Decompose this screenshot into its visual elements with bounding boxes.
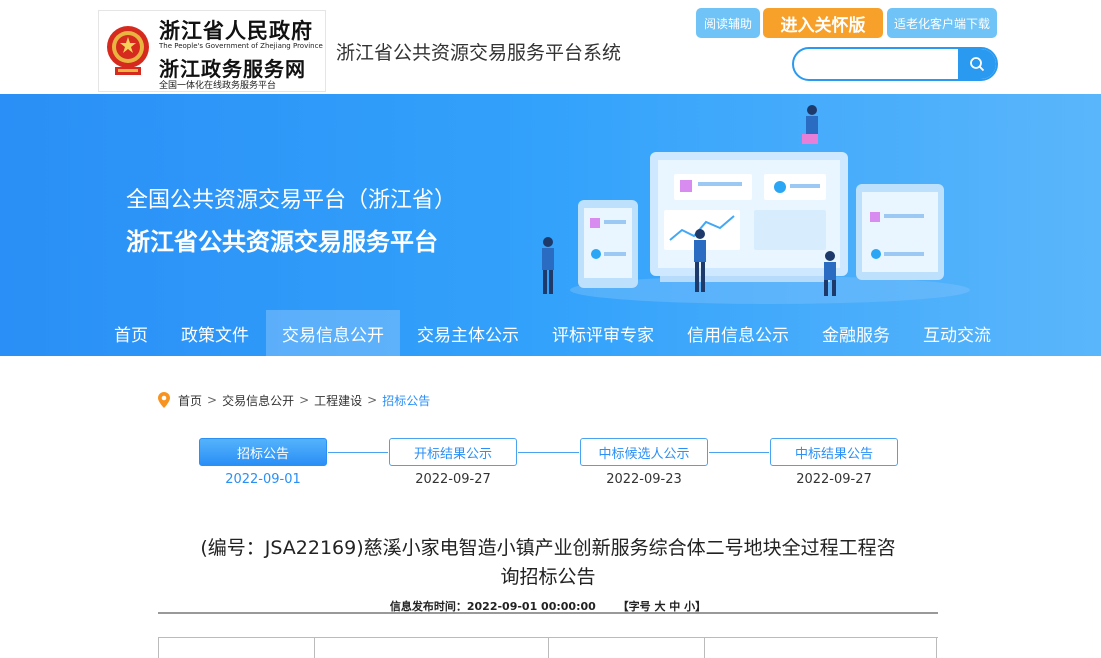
nav-trade-info[interactable]: 交易信息公开 [266, 310, 400, 356]
article-title: (编号：JSA22169)慈溪小家电智造小镇产业创新服务综合体二号地块全过程工程… [158, 534, 938, 592]
step-connector [709, 452, 769, 453]
step-candidates[interactable]: 中标候选人公示 [580, 438, 708, 466]
step-connector [518, 452, 579, 453]
step-date: 2022-09-01 [225, 472, 301, 487]
nav-credit[interactable]: 信用信息公示 [671, 310, 805, 356]
search-input[interactable] [794, 49, 960, 79]
breadcrumb-home[interactable]: 首页 [178, 392, 202, 409]
article-title-line-2: 询招标公告 [500, 566, 596, 588]
breadcrumb-trade-info[interactable]: 交易信息公开 [222, 392, 294, 409]
table-cell [548, 638, 704, 658]
info-table [158, 637, 938, 658]
site-header: 浙江省人民政府 The People's Government of Zheji… [0, 0, 1101, 94]
national-emblem-icon [107, 26, 149, 75]
step-date: 2022-09-23 [606, 472, 682, 487]
hero-banner: 全国公共资源交易平台（浙江省） 浙江省公共资源交易服务平台 首页 政策文件 交易… [0, 94, 1101, 356]
platform-illustration [542, 105, 970, 304]
elderly-app-download-button[interactable]: 适老化客户端下载 [887, 8, 997, 38]
care-version-button[interactable]: 进入关怀版 [763, 8, 883, 38]
site-logo[interactable]: 浙江省人民政府 The People's Government of Zheji… [98, 10, 326, 92]
step-date: 2022-09-27 [415, 472, 491, 487]
site-title: 浙江省公共资源交易服务平台系统 [336, 42, 622, 64]
step-connector [328, 452, 388, 453]
breadcrumb-separator: > [207, 393, 218, 407]
gov-english-name: The People's Government of Zhejiang Prov… [159, 42, 323, 50]
table-cell [158, 638, 314, 658]
breadcrumb: 首页 > 交易信息公开 > 工程建设 > 招标公告 [158, 390, 430, 410]
nav-policy[interactable]: 政策文件 [165, 310, 265, 356]
step-bid-opening[interactable]: 开标结果公示 [389, 438, 517, 466]
step-date: 2022-09-27 [796, 472, 872, 487]
main-nav: 首页 政策文件 交易信息公开 交易主体公示 评标评审专家 信用信息公示 金融服务… [0, 310, 1101, 356]
table-cell [314, 638, 548, 658]
reading-assist-button[interactable]: 阅读辅助 [696, 8, 760, 38]
nav-finance[interactable]: 金融服务 [806, 310, 906, 356]
banner-line-1: 全国公共资源交易平台（浙江省） [126, 188, 457, 213]
service-subtitle: 全国一体化在线政务服务平台 [159, 81, 277, 91]
step-award-result[interactable]: 中标结果公告 [770, 438, 898, 466]
nav-interaction[interactable]: 互动交流 [907, 310, 1007, 356]
breadcrumb-current[interactable]: 招标公告 [382, 392, 430, 409]
nav-experts[interactable]: 评标评审专家 [536, 310, 670, 356]
nav-home[interactable]: 首页 [98, 310, 164, 356]
location-pin-icon [158, 392, 170, 408]
article-title-line-1: (编号：JSA22169)慈溪小家电智造小镇产业创新服务综合体二号地块全过程工程… [200, 537, 896, 559]
table-cell [704, 638, 937, 658]
step-tender-notice[interactable]: 招标公告 [199, 438, 327, 466]
breadcrumb-separator: > [367, 393, 378, 407]
breadcrumb-separator: > [299, 393, 310, 407]
banner-line-2: 浙江省公共资源交易服务平台 [126, 228, 438, 256]
nav-trade-subject[interactable]: 交易主体公示 [401, 310, 535, 356]
search-button[interactable] [958, 49, 996, 79]
search-box [792, 47, 998, 81]
gov-name: 浙江省人民政府 [159, 18, 313, 43]
breadcrumb-construction[interactable]: 工程建设 [314, 392, 362, 409]
title-divider [158, 612, 938, 614]
search-icon [970, 57, 985, 72]
